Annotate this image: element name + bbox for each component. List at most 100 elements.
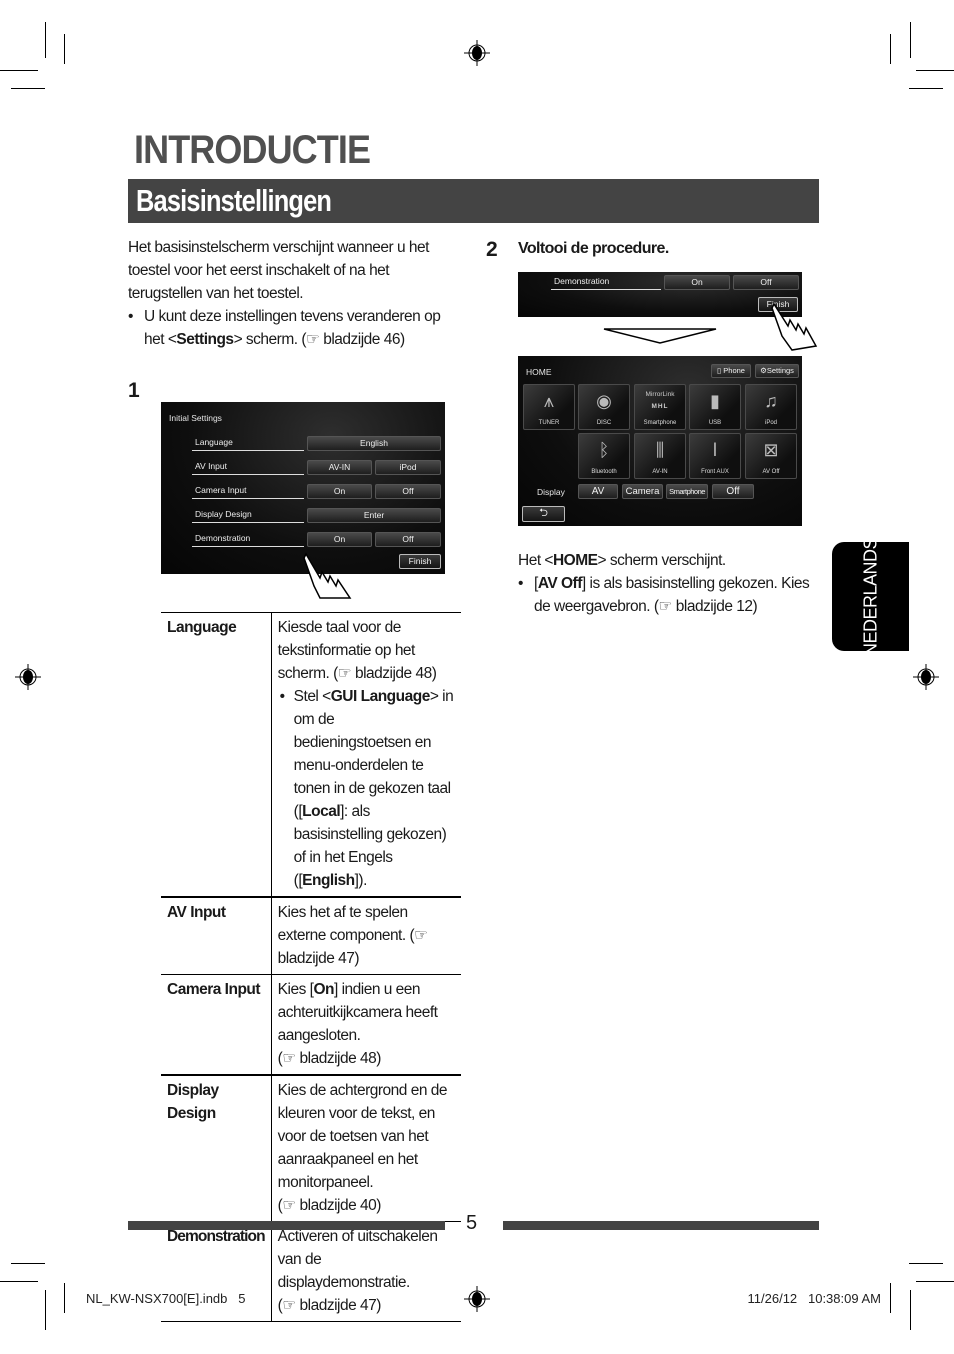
step-heading: Voltooi de procedure.	[518, 240, 669, 257]
language-label: NEDERLANDS	[860, 537, 880, 656]
table-desc: Activeren of uitschakelen van de display…	[271, 1222, 461, 1322]
source-tile-av-off[interactable]: ⊠ AV Off	[745, 433, 797, 479]
table-key: Display Design	[161, 1075, 272, 1222]
intro-text: Het basisinstelscherm verschijnt wanneer…	[128, 236, 458, 351]
av-off-term: AV Off	[537, 575, 583, 592]
display-off-button[interactable]: Off	[712, 484, 754, 499]
finish-button[interactable]: Finish	[399, 554, 441, 569]
source-tile-tuner[interactable]: ⩚ TUNER	[523, 384, 575, 430]
slug-datetime: 11/26/12 10:38:09 AM	[747, 1291, 881, 1306]
result-bullet: [AV Off] is als basisinstelling gekozen.…	[518, 572, 818, 618]
source-tile-bluetooth[interactable]: ᛒ Bluetooth	[578, 433, 630, 479]
crop-mark	[64, 1283, 65, 1313]
display-av-button[interactable]: AV	[578, 484, 618, 499]
section-header-band: Basisinstellingen	[128, 179, 819, 223]
av-input-ipod-button[interactable]: iPod	[375, 460, 441, 475]
step-number: 2	[486, 238, 498, 261]
tile-label: AV-IN	[652, 469, 668, 475]
home-screen: HOME ▯ Phone ⚙Settings ⩚ TUNER ◉ DISC Mirr…	[518, 356, 802, 526]
av-in-icon: ⫼	[655, 440, 665, 460]
source-tile-smartphone[interactable]: MirrorLink MHL Smartphone	[634, 384, 686, 430]
setting-label-av-input: AV Input	[192, 460, 304, 475]
local-term: Local	[302, 803, 341, 820]
crop-mark	[916, 70, 954, 71]
tile-label: AV Off	[762, 469, 780, 475]
table-row: Language Kiesde taal voor de tekstinform…	[161, 612, 461, 897]
text: ]).	[354, 872, 368, 889]
section-title: Basisinstellingen	[136, 183, 332, 218]
crop-mark	[916, 1281, 954, 1282]
text: Kies [	[277, 981, 314, 998]
source-tile-disc[interactable]: ◉ DISC	[578, 384, 630, 430]
intro-paragraph: Het basisinstelscherm verschijnt wanneer…	[128, 239, 429, 302]
crop-mark	[890, 34, 891, 64]
ipod-icon: ♫	[764, 391, 778, 411]
demonstration-off-button[interactable]: Off	[375, 532, 441, 547]
settings-label: Settings	[766, 366, 794, 375]
chapter-title: INTRODUCTIE	[134, 128, 371, 172]
display-smartphone-button[interactable]: Smartphone	[666, 484, 708, 499]
aux-jack-icon: ǀ	[712, 440, 718, 460]
table-key: Camera Input	[161, 974, 272, 1075]
text: > scherm verschijnt.	[597, 552, 726, 569]
footer-rule-right	[503, 1221, 819, 1230]
tile-label: DISC	[596, 420, 612, 426]
screen-title: Initial Settings	[169, 413, 222, 423]
crop-mark	[909, 88, 943, 89]
table-desc: Kies de achtergrond en de kleuren voor d…	[271, 1075, 461, 1222]
page-reference: (☞ bladzijde 47)	[277, 1297, 382, 1314]
table-row: Demonstration Activeren of uitschakelen …	[161, 1221, 461, 1322]
display-camera-button[interactable]: Camera	[622, 484, 663, 499]
setting-label-display-design: Display Design	[192, 508, 304, 523]
page-reference: (☞ bladzijde 40)	[277, 1197, 382, 1214]
usb-icon: ▮	[710, 391, 720, 411]
tile-label: Smartphone	[643, 420, 677, 426]
source-tile-front-aux[interactable]: ǀ Front AUX	[689, 433, 741, 479]
setting-label-language: Language	[192, 436, 304, 451]
settings-button[interactable]: ⚙Settings	[755, 364, 799, 378]
registration-mark-icon	[464, 1286, 490, 1312]
tile-label: Bluetooth	[591, 469, 617, 475]
desc-bullet: Stel <GUI Language> in om de bedieningst…	[278, 685, 455, 892]
table-row: Display Design Kies de achtergrond en de…	[161, 1075, 461, 1222]
back-button[interactable]: ⮌	[522, 506, 565, 522]
crop-mark	[45, 22, 46, 58]
desc-text: Kiesde taal voor de tekstinformatie op h…	[277, 619, 437, 682]
demonstration-on-button[interactable]: On	[307, 532, 372, 547]
registration-mark-icon	[464, 40, 490, 66]
av-input-av-in-button[interactable]: AV-IN	[307, 460, 372, 475]
home-title: HOME	[526, 367, 552, 377]
crop-mark	[910, 1290, 911, 1330]
crop-mark	[910, 22, 911, 58]
gear-icon: ⚙	[760, 366, 767, 375]
crop-mark	[11, 88, 45, 89]
pointing-hand-icon	[303, 552, 352, 599]
demonstration-on-button[interactable]: On	[664, 275, 730, 290]
crop-mark	[45, 1290, 46, 1330]
source-tile-usb[interactable]: ▮ USB	[689, 384, 741, 430]
initial-settings-screen: Initial Settings Language English AV Inp…	[161, 402, 445, 574]
table-desc: Kies het af te spelen externe component.…	[277, 904, 428, 967]
on-term: On	[313, 981, 334, 998]
settings-term: Settings	[176, 331, 234, 348]
table-row: Camera Input Kies [On] indien u een acht…	[161, 974, 461, 1075]
table-key: Demonstration	[161, 1221, 272, 1322]
source-tile-av-in[interactable]: ⫼ AV-IN	[634, 433, 686, 479]
language-english-button[interactable]: English	[307, 436, 441, 451]
text: Stel <	[293, 688, 332, 705]
phone-button[interactable]: ▯ Phone	[711, 364, 751, 378]
display-design-enter-button[interactable]: Enter	[307, 508, 441, 523]
demonstration-off-button[interactable]: Off	[733, 275, 799, 290]
source-tile-ipod[interactable]: ♫ iPod	[745, 384, 797, 430]
phone-label: Phone	[723, 366, 745, 375]
mhl-logo: MHL	[651, 403, 669, 410]
pointing-hand-icon	[771, 302, 818, 351]
table-key: Language	[161, 612, 272, 897]
setting-label-demonstration: Demonstration	[551, 275, 661, 290]
camera-input-off-button[interactable]: Off	[375, 484, 441, 499]
crop-mark	[0, 1281, 38, 1282]
settings-table: Language Kiesde taal voor de tekstinform…	[161, 612, 461, 1322]
table-key: AV Input	[161, 897, 272, 975]
camera-input-on-button[interactable]: On	[307, 484, 372, 499]
step-number: 1	[128, 379, 140, 402]
